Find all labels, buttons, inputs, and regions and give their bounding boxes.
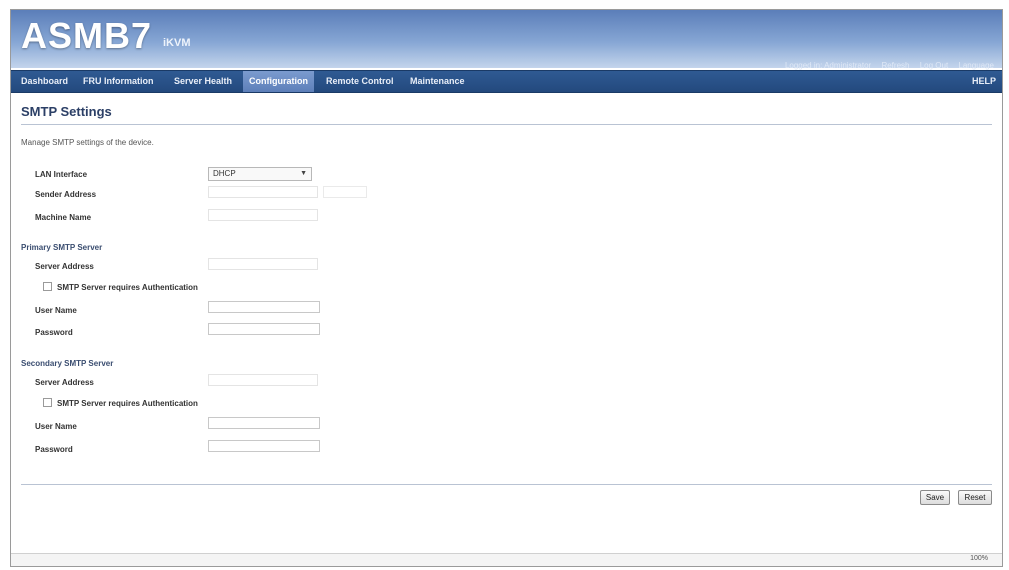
page-title: SMTP Settings: [21, 104, 112, 119]
browser-status-bar: 100%: [11, 553, 1002, 566]
util-refresh-link[interactable]: Refresh: [881, 61, 909, 70]
tab-fru-information[interactable]: FRU Information: [77, 71, 160, 92]
util-login-status: Logged in: Administrator: [784, 61, 872, 70]
tab-remote-control[interactable]: Remote Control: [320, 71, 400, 92]
header-banner: ASMB7 iKVM Logged in: Administrator Refr…: [11, 10, 1002, 70]
save-button[interactable]: Save: [920, 490, 950, 505]
logo-subtitle: iKVM: [163, 37, 191, 49]
secondary-password-input[interactable]: [208, 440, 320, 452]
zoom-level[interactable]: 100%: [970, 555, 988, 562]
sender-address-label: Sender Address: [35, 190, 97, 199]
lan-interface-label: LAN Interface: [35, 170, 88, 179]
primary-server-address-label: Server Address: [35, 262, 94, 271]
secondary-server-address-label: Server Address: [35, 378, 94, 387]
secondary-user-name-input[interactable]: [208, 417, 320, 429]
utility-links: Logged in: Administrator Refresh Log Out…: [777, 61, 994, 70]
tab-dashboard[interactable]: Dashboard: [15, 71, 74, 92]
reset-button[interactable]: Reset: [958, 490, 992, 505]
secondary-auth-label: SMTP Server requires Authentication: [57, 399, 198, 408]
primary-smtp-heading: Primary SMTP Server: [21, 243, 103, 252]
secondary-server-address-input[interactable]: [208, 374, 318, 386]
primary-user-name-label: User Name: [35, 306, 77, 315]
footer-divider: [21, 484, 992, 485]
machine-name-label: Machine Name: [35, 213, 92, 222]
primary-password-input[interactable]: [208, 323, 320, 335]
title-divider: [21, 124, 992, 125]
util-logout-link[interactable]: Log Out: [920, 61, 948, 70]
logo: ASMB7: [21, 15, 153, 56]
util-language-link[interactable]: Language: [958, 61, 994, 70]
secondary-smtp-heading: Secondary SMTP Server: [21, 359, 114, 368]
primary-auth-label: SMTP Server requires Authentication: [57, 283, 198, 292]
sender-address-extra-field[interactable]: [323, 186, 367, 198]
primary-server-address-input[interactable]: [208, 258, 318, 270]
machine-name-input[interactable]: [208, 209, 318, 221]
sender-address-input[interactable]: [208, 186, 318, 198]
secondary-user-name-label: User Name: [35, 422, 77, 431]
lan-interface-select[interactable]: DHCP ▼: [208, 167, 312, 181]
browser-frame: ASMB7 iKVM Logged in: Administrator Refr…: [10, 9, 1003, 567]
primary-user-name-input[interactable]: [208, 301, 320, 313]
secondary-password-label: Password: [35, 445, 73, 454]
main-nav: Dashboard FRU Information Server Health …: [11, 70, 1002, 93]
primary-password-label: Password: [35, 328, 73, 337]
tab-configuration[interactable]: Configuration: [243, 71, 314, 92]
tab-server-health[interactable]: Server Health: [168, 71, 238, 92]
help-link[interactable]: HELP: [972, 71, 996, 92]
secondary-auth-checkbox[interactable]: [43, 398, 52, 407]
lan-interface-value: DHCP: [213, 169, 236, 178]
tab-maintenance[interactable]: Maintenance: [404, 71, 471, 92]
chevron-down-icon: ▼: [300, 170, 307, 177]
primary-auth-checkbox[interactable]: [43, 282, 52, 291]
page-description: Manage SMTP settings of the device.: [21, 138, 154, 147]
